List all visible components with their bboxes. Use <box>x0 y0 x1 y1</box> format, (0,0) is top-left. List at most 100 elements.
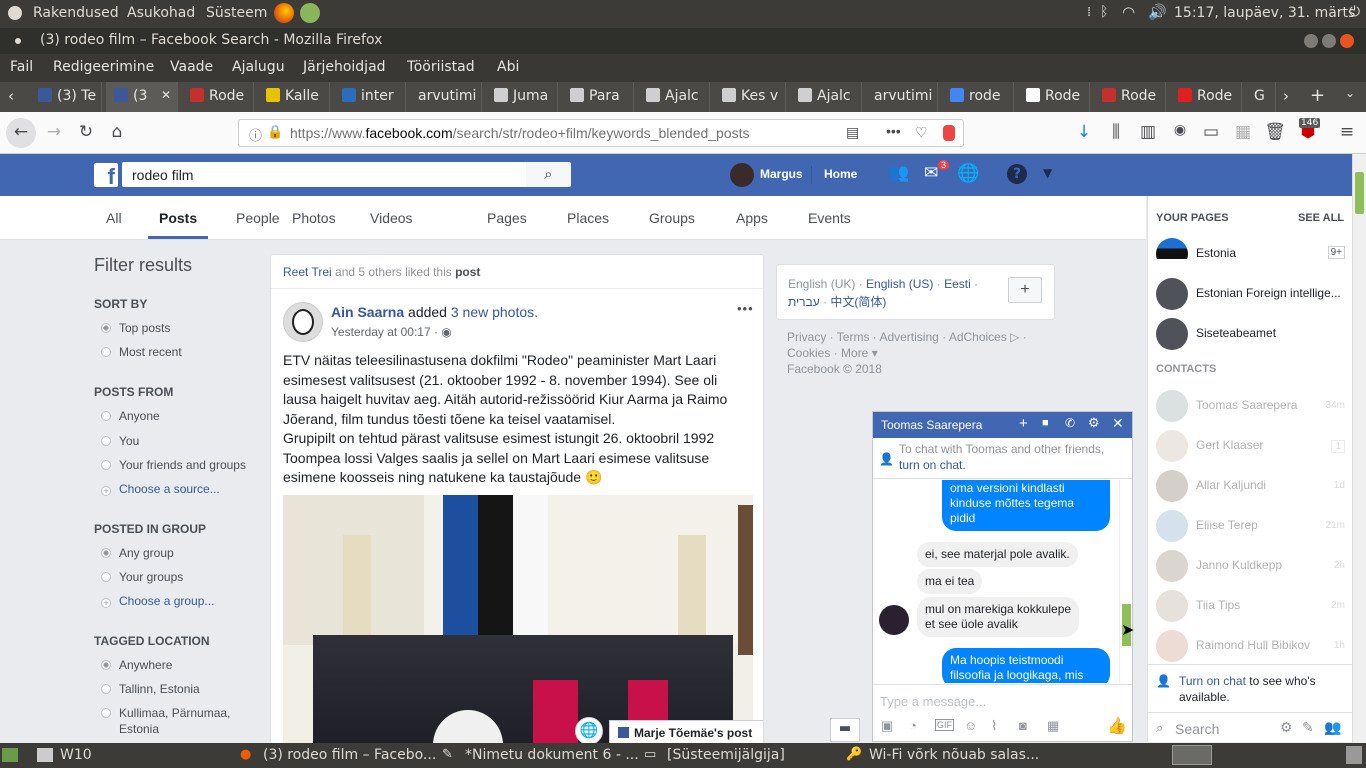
home-icon[interactable]: ⌂ <box>106 122 128 144</box>
system-menu[interactable]: Süsteem <box>206 5 267 21</box>
contact-item[interactable]: Gert Klaaser 1 <box>1156 428 1351 464</box>
chat-messages[interactable]: oma versioni kindlasti kinduse mõttes teg… <box>873 480 1132 683</box>
see-all-link[interactable]: SEE ALL <box>1298 212 1344 224</box>
footer-line[interactable]: Cookies · More ▾ <box>787 345 1047 361</box>
page-item[interactable]: Estonian Foreign intellige... <box>1156 276 1351 312</box>
camera-icon[interactable]: ◙ <box>1019 718 1027 733</box>
create-group-icon[interactable]: 👥 <box>1324 719 1341 736</box>
search-tab-all[interactable]: All <box>106 210 122 226</box>
browser-tab[interactable]: Kes v <box>714 82 786 112</box>
workspace-label[interactable]: W10 <box>60 747 92 763</box>
notifications-globe-icon[interactable]: 🌐 <box>957 163 979 184</box>
search-tab-apps[interactable]: Apps <box>736 210 768 226</box>
sidebar-search-input[interactable]: Search <box>1175 721 1219 737</box>
workspace-icon[interactable] <box>37 748 53 762</box>
contact-item[interactable]: Toomas Saarepera 34m <box>1156 388 1351 424</box>
close-window-button[interactable] <box>1340 34 1354 48</box>
power-icon[interactable]: ⏻ <box>1349 4 1360 20</box>
url-bar[interactable]: ⓘ 🔒 https://www.facebook.com/search/str/… <box>238 119 964 147</box>
window-menu-icon[interactable] <box>15 38 21 44</box>
reader-view-icon[interactable]: ▤ <box>846 124 859 141</box>
menu-file[interactable]: Fail <box>10 59 33 75</box>
browser-tab[interactable]: Juma <box>486 82 558 112</box>
radio-tallinn[interactable]: Tallinn, Estonia <box>101 682 200 696</box>
search-tab-places[interactable]: Places <box>567 210 609 226</box>
wifi-icon[interactable]: ◠ <box>1122 3 1135 21</box>
chat-tab-icon[interactable]: ▬ <box>830 718 860 742</box>
menu-tools[interactable]: Tööriistad <box>407 59 475 75</box>
downloads-icon[interactable]: ↓ <box>1073 122 1095 144</box>
search-tab-people[interactable]: People <box>236 210 280 226</box>
contact-item[interactable]: Janno Kuldkepp 2h <box>1156 548 1351 584</box>
browser-tab[interactable]: G <box>1246 82 1276 112</box>
search-tab-pages[interactable]: Pages <box>487 210 527 226</box>
app-launcher-icon[interactable] <box>300 3 320 23</box>
page-actions-icon[interactable]: ••• <box>886 123 901 139</box>
tab-scroll-right-icon[interactable]: › <box>1283 87 1289 105</box>
thumbs-up-icon[interactable]: 👍 <box>1107 716 1127 736</box>
pocket-icon[interactable]: ♡ <box>915 124 928 141</box>
choose-source-link[interactable]: + Choose a source... <box>101 482 220 496</box>
menu-view[interactable]: Vaade <box>170 59 213 75</box>
maximize-button[interactable] <box>1322 34 1336 48</box>
friend-requests-icon[interactable]: 👥 <box>888 163 909 183</box>
post-options-icon[interactable]: ••• <box>737 301 754 316</box>
reload-icon[interactable]: ↻ <box>75 122 97 144</box>
radio-anyone[interactable]: Anyone <box>101 409 160 423</box>
facebook-search-input[interactable]: rodeo film <box>122 162 526 187</box>
trash-icon[interactable]: 🗑 <box>1264 122 1286 144</box>
bluetooth-icon[interactable]: ᛒ <box>1100 4 1108 20</box>
contact-item[interactable]: Allar Kaljundi 1d <box>1156 468 1351 504</box>
browser-tab[interactable]: Rode <box>182 82 254 112</box>
lang-eesti[interactable]: Eesti <box>944 277 971 291</box>
browser-tab[interactable]: (3 ✕ <box>106 82 178 112</box>
task-editor[interactable]: *Nimetu dokument 6 - ... <box>465 747 639 763</box>
browser-tab[interactable]: rode <box>942 82 1014 112</box>
search-tab-photos[interactable]: Photos <box>292 210 336 226</box>
attachment-icon[interactable]: ⌇ <box>991 718 997 734</box>
info-icon[interactable]: ⓘ <box>249 125 262 144</box>
emoji-icon[interactable]: ☺ <box>964 718 977 733</box>
message-input[interactable]: Type a message... <box>880 694 986 709</box>
chat-title[interactable]: Toomas Saarepera <box>881 418 982 432</box>
scrollbar-thumb[interactable] <box>1355 172 1364 214</box>
compose-icon[interactable]: ✎ <box>1302 719 1314 736</box>
photos-link[interactable]: 3 new photos. <box>451 304 538 320</box>
browser-tab[interactable]: inter <box>334 82 406 112</box>
task-firefox[interactable]: (3) rodeo film – Facebo... <box>263 747 436 763</box>
account-menu-chevron-down-icon[interactable]: ▼ <box>1043 166 1052 180</box>
minimize-button[interactable] <box>1304 34 1318 48</box>
sticker-icon[interactable]: ◔ <box>909 718 917 733</box>
gear-icon[interactable]: ⚙ <box>1280 719 1293 736</box>
task-system-monitor[interactable]: [Süsteemijälgija] <box>667 747 785 763</box>
post-link[interactable]: post <box>455 265 480 279</box>
library-icon[interactable]: ⫼ <box>1105 122 1127 144</box>
menu-history[interactable]: Ajalugu <box>232 59 285 75</box>
places-menu[interactable]: Asukohad <box>127 5 195 21</box>
indicator-icon[interactable]: ⁞ <box>1087 5 1091 20</box>
messages-icon[interactable]: ✉ <box>924 163 938 183</box>
video-call-icon[interactable]: ■ <box>1042 417 1049 429</box>
browser-tab[interactable]: Ajalc <box>638 82 710 112</box>
choose-group-link[interactable]: + Choose a group... <box>101 594 214 608</box>
radio-anywhere[interactable]: Anywhere <box>101 658 172 672</box>
contact-item[interactable]: Raimond Hull Bibikov 1h <box>1156 628 1351 664</box>
browser-tab[interactable]: Ajalc <box>790 82 862 112</box>
browser-tab[interactable]: Para <box>562 82 634 112</box>
volume-icon[interactable]: 🔊 <box>1148 3 1167 21</box>
add-people-icon[interactable]: + <box>1019 415 1028 432</box>
new-tab-icon[interactable]: + <box>1310 85 1325 106</box>
browser-tab[interactable]: Rode <box>1018 82 1090 112</box>
liker-link[interactable]: Reet Trei <box>283 265 332 279</box>
forward-arrow-icon[interactable]: → <box>43 122 65 144</box>
lock-icon[interactable]: 🔒 <box>267 124 283 140</box>
browser-tab[interactable]: arvutimi <box>866 82 938 112</box>
gif-icon[interactable]: GIF <box>935 719 954 731</box>
search-tab-events[interactable]: Events <box>808 210 851 226</box>
avatar[interactable] <box>730 163 754 187</box>
profile-link[interactable]: Margus <box>760 167 803 181</box>
share-globe-icon[interactable]: 🌐 <box>575 717 603 745</box>
extension-icon[interactable] <box>943 125 955 141</box>
page-item[interactable]: Siseteabeamet <box>1156 316 1351 352</box>
search-tab-groups[interactable]: Groups <box>649 210 695 226</box>
